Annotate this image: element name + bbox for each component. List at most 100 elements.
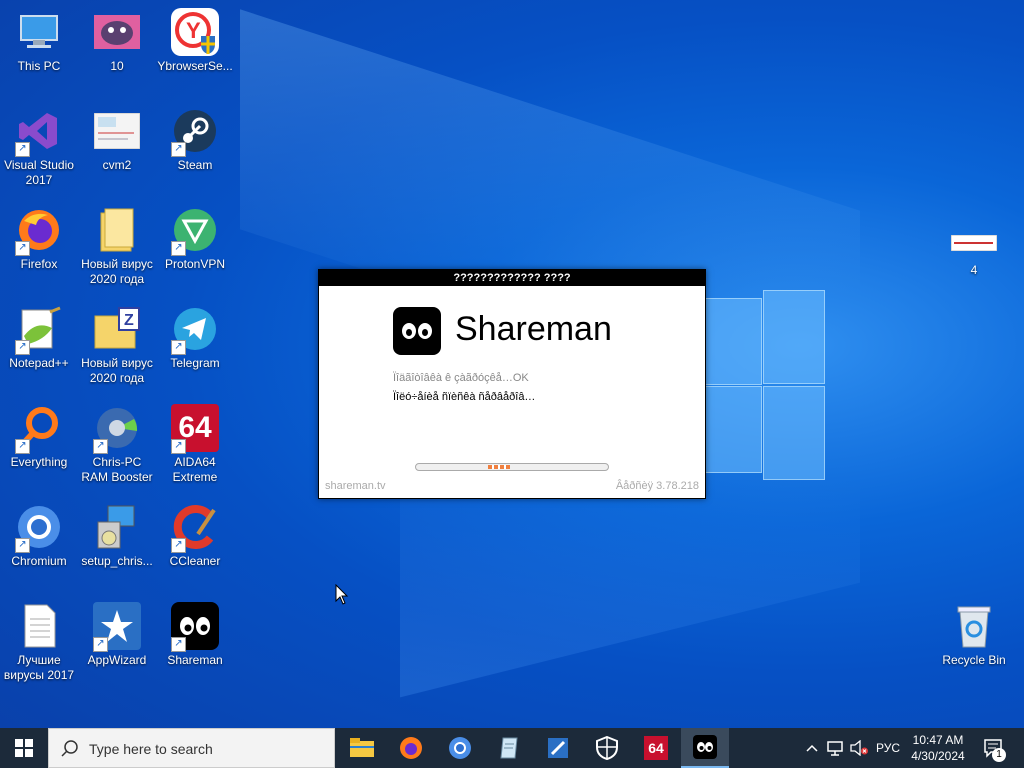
icon-label: Лучшие вирусы 2017 — [3, 653, 75, 682]
taskbar-app-notepad[interactable] — [485, 728, 533, 768]
ccleaner-icon: ↗ — [171, 503, 219, 553]
network-icon — [827, 741, 843, 756]
aida64-icon: 64 ↗ — [171, 404, 219, 454]
aida64-icon: 64 — [644, 736, 668, 760]
shortcut-arrow-icon: ↗ — [15, 241, 30, 256]
shortcut-arrow-icon: ↗ — [171, 340, 186, 355]
windows-logo-icon — [15, 739, 33, 757]
icon-label: Visual Studio 2017 — [4, 158, 74, 187]
tools-icon — [548, 738, 568, 758]
shortcut-arrow-icon: ↗ — [171, 439, 186, 454]
desktop-icon-ybrowser-setup[interactable]: Y YbrowserSe... — [156, 8, 234, 74]
version-label: Âåðñèÿ 3.78.218 — [615, 480, 699, 492]
desktop-icon-recycle-bin[interactable]: Recycle Bin — [935, 602, 1013, 668]
action-center-button[interactable]: 1 — [978, 728, 1010, 768]
shortcut-arrow-icon: ↗ — [15, 538, 30, 553]
icon-label: AIDA64 Extreme — [172, 455, 218, 484]
image-thumbnail-icon — [93, 8, 141, 56]
taskbar-search-box[interactable]: Type here to search — [48, 728, 335, 768]
desktop-icon-10[interactable]: 10 — [78, 8, 156, 74]
desktop-icon-novyi-virus-folder[interactable]: Новый вирус 2020 года — [78, 206, 156, 287]
start-button[interactable] — [0, 728, 48, 768]
shield-icon — [596, 736, 618, 760]
icon-label: Shareman — [167, 653, 223, 667]
taskbar: Type here to search 64 РУС 10:47 AM 4/30… — [0, 728, 1024, 768]
desktop-icon-steam[interactable]: ↗ Steam — [156, 107, 234, 173]
desktop-icon-cvm2[interactable]: cvm2 — [78, 107, 156, 173]
desktop-icon-telegram[interactable]: ↗ Telegram — [156, 305, 234, 371]
installer-icon — [93, 503, 141, 551]
desktop-icon-aida64[interactable]: 64 ↗ AIDA64 Extreme — [156, 404, 234, 485]
telegram-icon: ↗ — [171, 305, 219, 355]
image-thumbnail-icon — [93, 107, 141, 155]
volume-button[interactable] — [848, 728, 870, 768]
desktop-icon-chris-pc-ram-booster[interactable]: ↗ Chris-PC RAM Booster — [78, 404, 156, 485]
desktop-icon-chromium[interactable]: ↗ Chromium — [0, 503, 78, 569]
icon-label: Firefox — [20, 257, 58, 271]
chevron-up-icon — [806, 744, 818, 752]
show-hidden-icons-button[interactable] — [802, 728, 822, 768]
desktop-icon-visual-studio[interactable]: ↗ Visual Studio 2017 — [0, 107, 78, 188]
icon-label: Steam — [177, 158, 213, 172]
computer-icon — [15, 8, 63, 56]
wallpaper-windows-logo — [705, 290, 825, 480]
desktop-icon-appwizard[interactable]: ↗ AppWizard — [78, 602, 156, 668]
website-link: shareman.tv — [325, 480, 386, 492]
text-document-icon — [15, 602, 63, 650]
shortcut-arrow-icon: ↗ — [171, 538, 186, 553]
desktop-icon-shareman[interactable]: ↗ Shareman — [156, 602, 234, 668]
taskbar-shareman[interactable] — [681, 728, 729, 768]
desktop-icon-setup-chris[interactable]: setup_chris... — [78, 503, 156, 569]
icon-label: Chris-PC RAM Booster — [81, 455, 153, 484]
shortcut-arrow-icon: ↗ — [171, 637, 186, 652]
desktop-icon-novyi-virus-zip[interactable]: Z Новый вирус 2020 года — [78, 305, 156, 386]
input-language-indicator[interactable]: РУС — [872, 728, 904, 768]
yandex-browser-icon: Y — [171, 8, 219, 56]
icon-label: YbrowserSe... — [157, 59, 233, 73]
taskbar-windows-security[interactable] — [583, 728, 631, 768]
zip-folder-icon: Z — [93, 305, 141, 353]
desktop-icon-this-pc[interactable]: This PC — [0, 8, 78, 74]
magnifier-icon: ↗ — [15, 404, 63, 454]
icon-label: Chromium — [11, 554, 67, 568]
appwizard-icon: ↗ — [93, 602, 141, 652]
ram-booster-icon: ↗ — [93, 404, 141, 454]
icon-label: 10 — [110, 59, 124, 73]
shortcut-arrow-icon: ↗ — [171, 142, 186, 157]
firefox-icon: ↗ — [15, 206, 63, 256]
notification-count-badge: 1 — [992, 748, 1006, 762]
icon-label: Recycle Bin — [942, 653, 1006, 667]
icon-label: Everything — [10, 455, 68, 469]
steam-icon: ↗ — [171, 107, 219, 157]
search-placeholder: Type here to search — [89, 741, 213, 757]
desktop-icon-notepad-plus-plus[interactable]: ↗ Notepad++ — [0, 305, 78, 371]
shortcut-arrow-icon: ↗ — [93, 439, 108, 454]
desktop-icon-4[interactable]: 4 — [935, 226, 1013, 278]
recycle-bin-icon — [950, 602, 998, 650]
shareman-installer-window[interactable]: ????????????? ???? Shareman Ïîäãîòîâêà ê… — [318, 269, 706, 499]
desktop-icon-protonvpn[interactable]: ↗ ProtonVPN — [156, 206, 234, 272]
desktop-icon-ccleaner[interactable]: ↗ CCleaner — [156, 503, 234, 569]
desktop-icon-everything[interactable]: ↗ Everything — [0, 404, 78, 470]
network-button[interactable] — [824, 728, 846, 768]
icon-label: 4 — [970, 263, 978, 277]
shortcut-arrow-icon: ↗ — [93, 637, 108, 652]
icon-label: This PC — [17, 59, 61, 73]
desktop-icon-luchshie-virusy[interactable]: Лучшие вирусы 2017 — [0, 602, 78, 683]
shortcut-arrow-icon: ↗ — [171, 241, 186, 256]
status-line-completed: Ïîäãîòîâêà ê çàãðóçêå…OK — [393, 372, 529, 384]
taskbar-app-wizard[interactable] — [534, 728, 582, 768]
taskbar-aida64[interactable]: 64 — [632, 728, 680, 768]
folder-icon — [93, 206, 141, 254]
image-thumbnail-icon — [950, 226, 998, 260]
shortcut-arrow-icon: ↗ — [15, 439, 30, 454]
taskbar-chromium[interactable] — [436, 728, 484, 768]
desktop-icon-firefox[interactable]: ↗ Firefox — [0, 206, 78, 272]
taskbar-firefox[interactable] — [387, 728, 435, 768]
taskbar-clock[interactable]: 10:47 AM 4/30/2024 — [903, 732, 973, 764]
aida64-logo-text: 64 — [648, 740, 664, 756]
taskbar-file-explorer[interactable] — [338, 728, 386, 768]
status-line-current: Ïîëó÷åíèå ñïèñêà ñåðâåðîâ… — [393, 391, 536, 403]
shareman-icon — [693, 735, 717, 759]
shortcut-arrow-icon: ↗ — [15, 142, 30, 157]
